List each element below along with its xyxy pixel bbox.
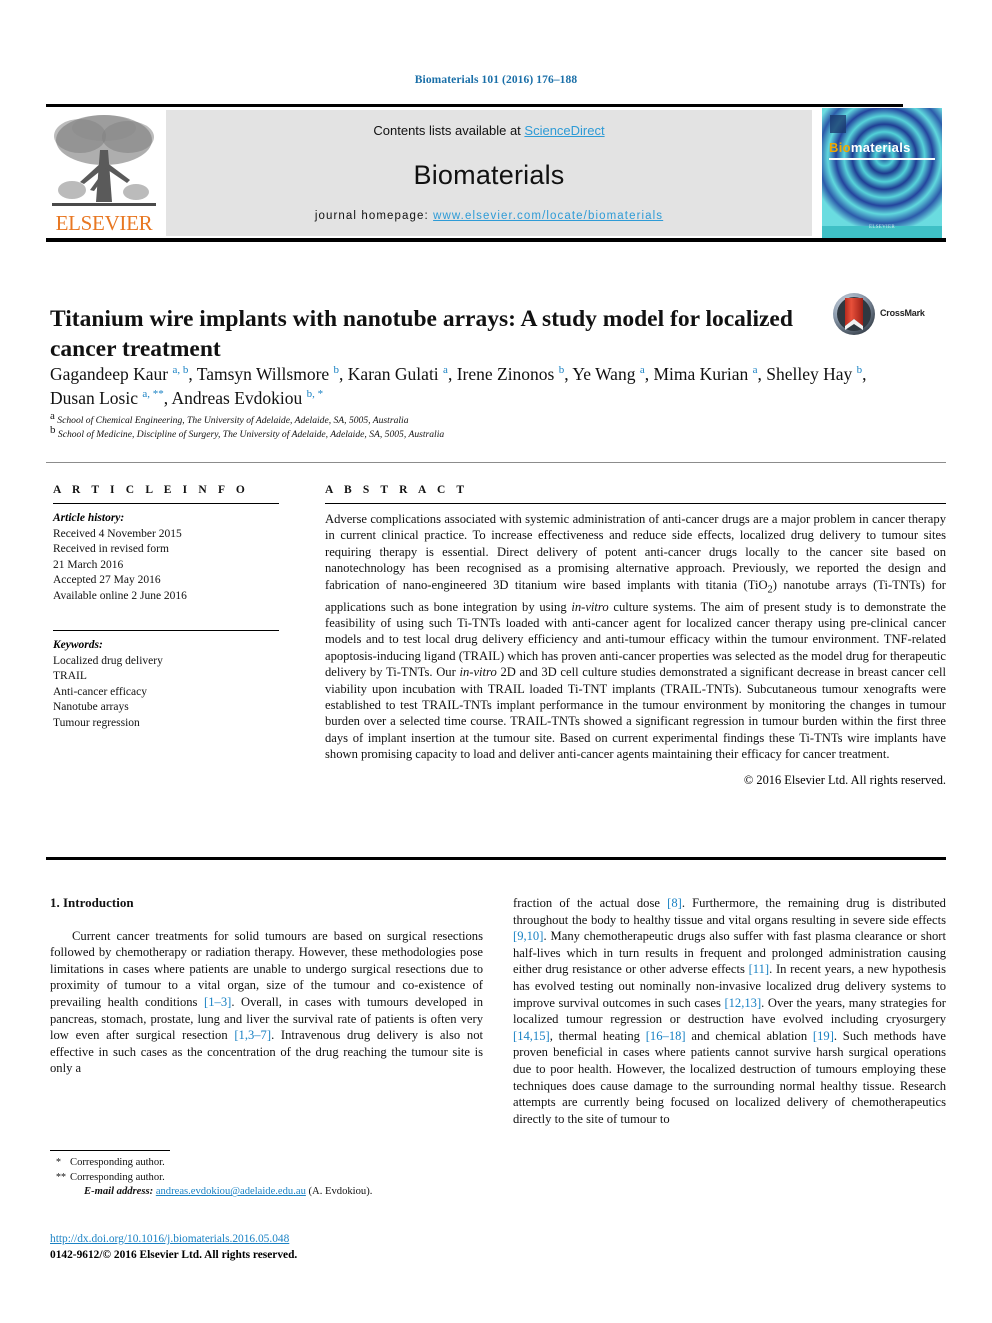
crossmark-label: CrossMark [880,308,925,318]
journal-banner: Contents lists available at ScienceDirec… [166,110,812,236]
keyword-item: Nanotube arrays [53,701,129,713]
article-history-item: Received in revised form [53,543,169,555]
cover-publisher-logo-icon [830,115,846,133]
keywords-label: Keywords: [53,639,103,651]
introduction-paragraph-left: Current cancer treatments for solid tumo… [50,928,483,1076]
journal-cover-thumbnail: Biomaterials ELSEVIER [822,108,942,238]
article-info-rule [53,503,279,504]
keywords-rule [53,630,279,631]
cover-footer-text: ELSEVIER [868,225,895,230]
footnote-rule [50,1150,170,1151]
homepage-prefix: journal homepage: [314,210,434,222]
introduction-paragraph-right: fraction of the actual dose [8]. Further… [513,896,946,1126]
article-history-label: Article history: [53,512,125,524]
footer-block: http://dx.doi.org/10.1016/j.biomaterials… [50,1232,483,1263]
footnote-text: Corresponding author. [70,1171,165,1183]
cover-title: Biomaterials [829,140,911,155]
keywords-block: Keywords: Localized drug delivery TRAIL … [53,630,293,731]
footnotes-block: * Corresponding author. ** Corresponding… [50,1150,483,1200]
contents-prefix: Contents lists available at [373,123,525,138]
elsevier-logo: ELSEVIER [50,110,158,236]
elsevier-tree-icon [52,115,156,206]
masthead-bottom-rule [46,238,946,242]
abstract-copyright: © 2016 Elsevier Ltd. All rights reserved… [743,772,946,787]
affiliation-b-text: School of Medicine, Discipline of Surger… [57,429,445,440]
abstract-column: A B S T R A C T Adverse complications as… [325,484,946,788]
keyword-item: TRAIL [53,670,87,682]
article-history-item: 21 March 2016 [53,558,124,571]
affiliation-a-marker: a [50,409,55,422]
abstract-section-bottom-rule [46,857,946,860]
masthead-top-rule [46,104,903,107]
contents-line: Contents lists available at ScienceDirec… [166,123,812,138]
sciencedirect-link[interactable]: ScienceDirect [524,123,604,138]
homepage-line: journal homepage: www.elsevier.com/locat… [166,210,812,222]
info-section-top-rule [46,462,946,463]
cover-divider [829,158,935,160]
introduction-heading: 1. Introduction [50,895,134,910]
footnote-corresponding-1: * Corresponding author. [50,1156,483,1171]
abstract-heading: A B S T R A C T [325,484,469,496]
keyword-item: Anti-cancer efficacy [53,685,147,698]
journal-title: Biomaterials [413,160,565,190]
keyword-item: Tumour regression [53,716,140,729]
crossmark-icon [833,293,875,335]
abstract-body: Adverse complications associated with sy… [325,512,946,762]
journal-article-page: Biomaterials 101 (2016) 176–188 ELSEVIER [0,0,992,1323]
abstract-rule [325,503,946,504]
issn-line: 0142-9612/© 2016 Elsevier Ltd. All right… [50,1248,298,1261]
page-title: Titanium wire implants with nanotube arr… [50,305,793,362]
footnote-email-line: E-mail address: andreas.evdokiou@adelaid… [50,1185,483,1200]
doi-link[interactable]: http://dx.doi.org/10.1016/j.biomaterials… [50,1233,289,1245]
keyword-item: Localized drug delivery [53,654,163,667]
introduction-left-column: 1. Introduction Current cancer treatment… [50,895,483,1077]
footnote-marker: ** [56,1171,66,1183]
affiliation-a: a School of Chemical Engineering, The Un… [50,410,730,428]
crossmark-badge[interactable]: CrossMark [832,292,942,340]
footnote-corresponding-2: ** Corresponding author. [50,1171,483,1186]
article-info-heading: A R T I C L E I N F O [53,484,249,496]
elsevier-wordmark: ELSEVIER [55,211,153,235]
journal-homepage-link[interactable]: www.elsevier.com/locate/biomaterials [433,210,663,222]
article-history-item: Accepted 27 May 2016 [53,574,161,586]
introduction-right-column: fraction of the actual dose [8]. Further… [513,895,946,1127]
affiliation-a-text: School of Chemical Engineering, The Univ… [57,415,409,426]
cover-title-part1: Bio [829,140,851,155]
affiliations: a School of Chemical Engineering, The Un… [50,410,730,442]
footnote-marker: * [56,1157,61,1168]
affiliation-b: b School of Medicine, Discipline of Surg… [50,424,730,442]
article-history-item: Available online 2 June 2016 [53,589,187,602]
cover-title-part2: materials [850,140,911,155]
email-link[interactable]: andreas.evdokiou@adelaide.edu.au [156,1186,306,1197]
footnote-text: Corresponding author. [70,1157,165,1168]
running-head: Biomaterials 101 (2016) 176–188 [414,74,578,86]
email-label: E-mail address: [84,1186,154,1198]
article-info-column: A R T I C L E I N F O Article history: R… [53,484,293,731]
email-suffix: (A. Evdokiou). [308,1186,373,1198]
affiliation-b-marker: b [50,423,56,436]
article-history-item: Received 4 November 2015 [53,527,182,540]
author-list: Gagandeep Kaur a, b, Tamsyn Willsmore b,… [50,364,867,408]
